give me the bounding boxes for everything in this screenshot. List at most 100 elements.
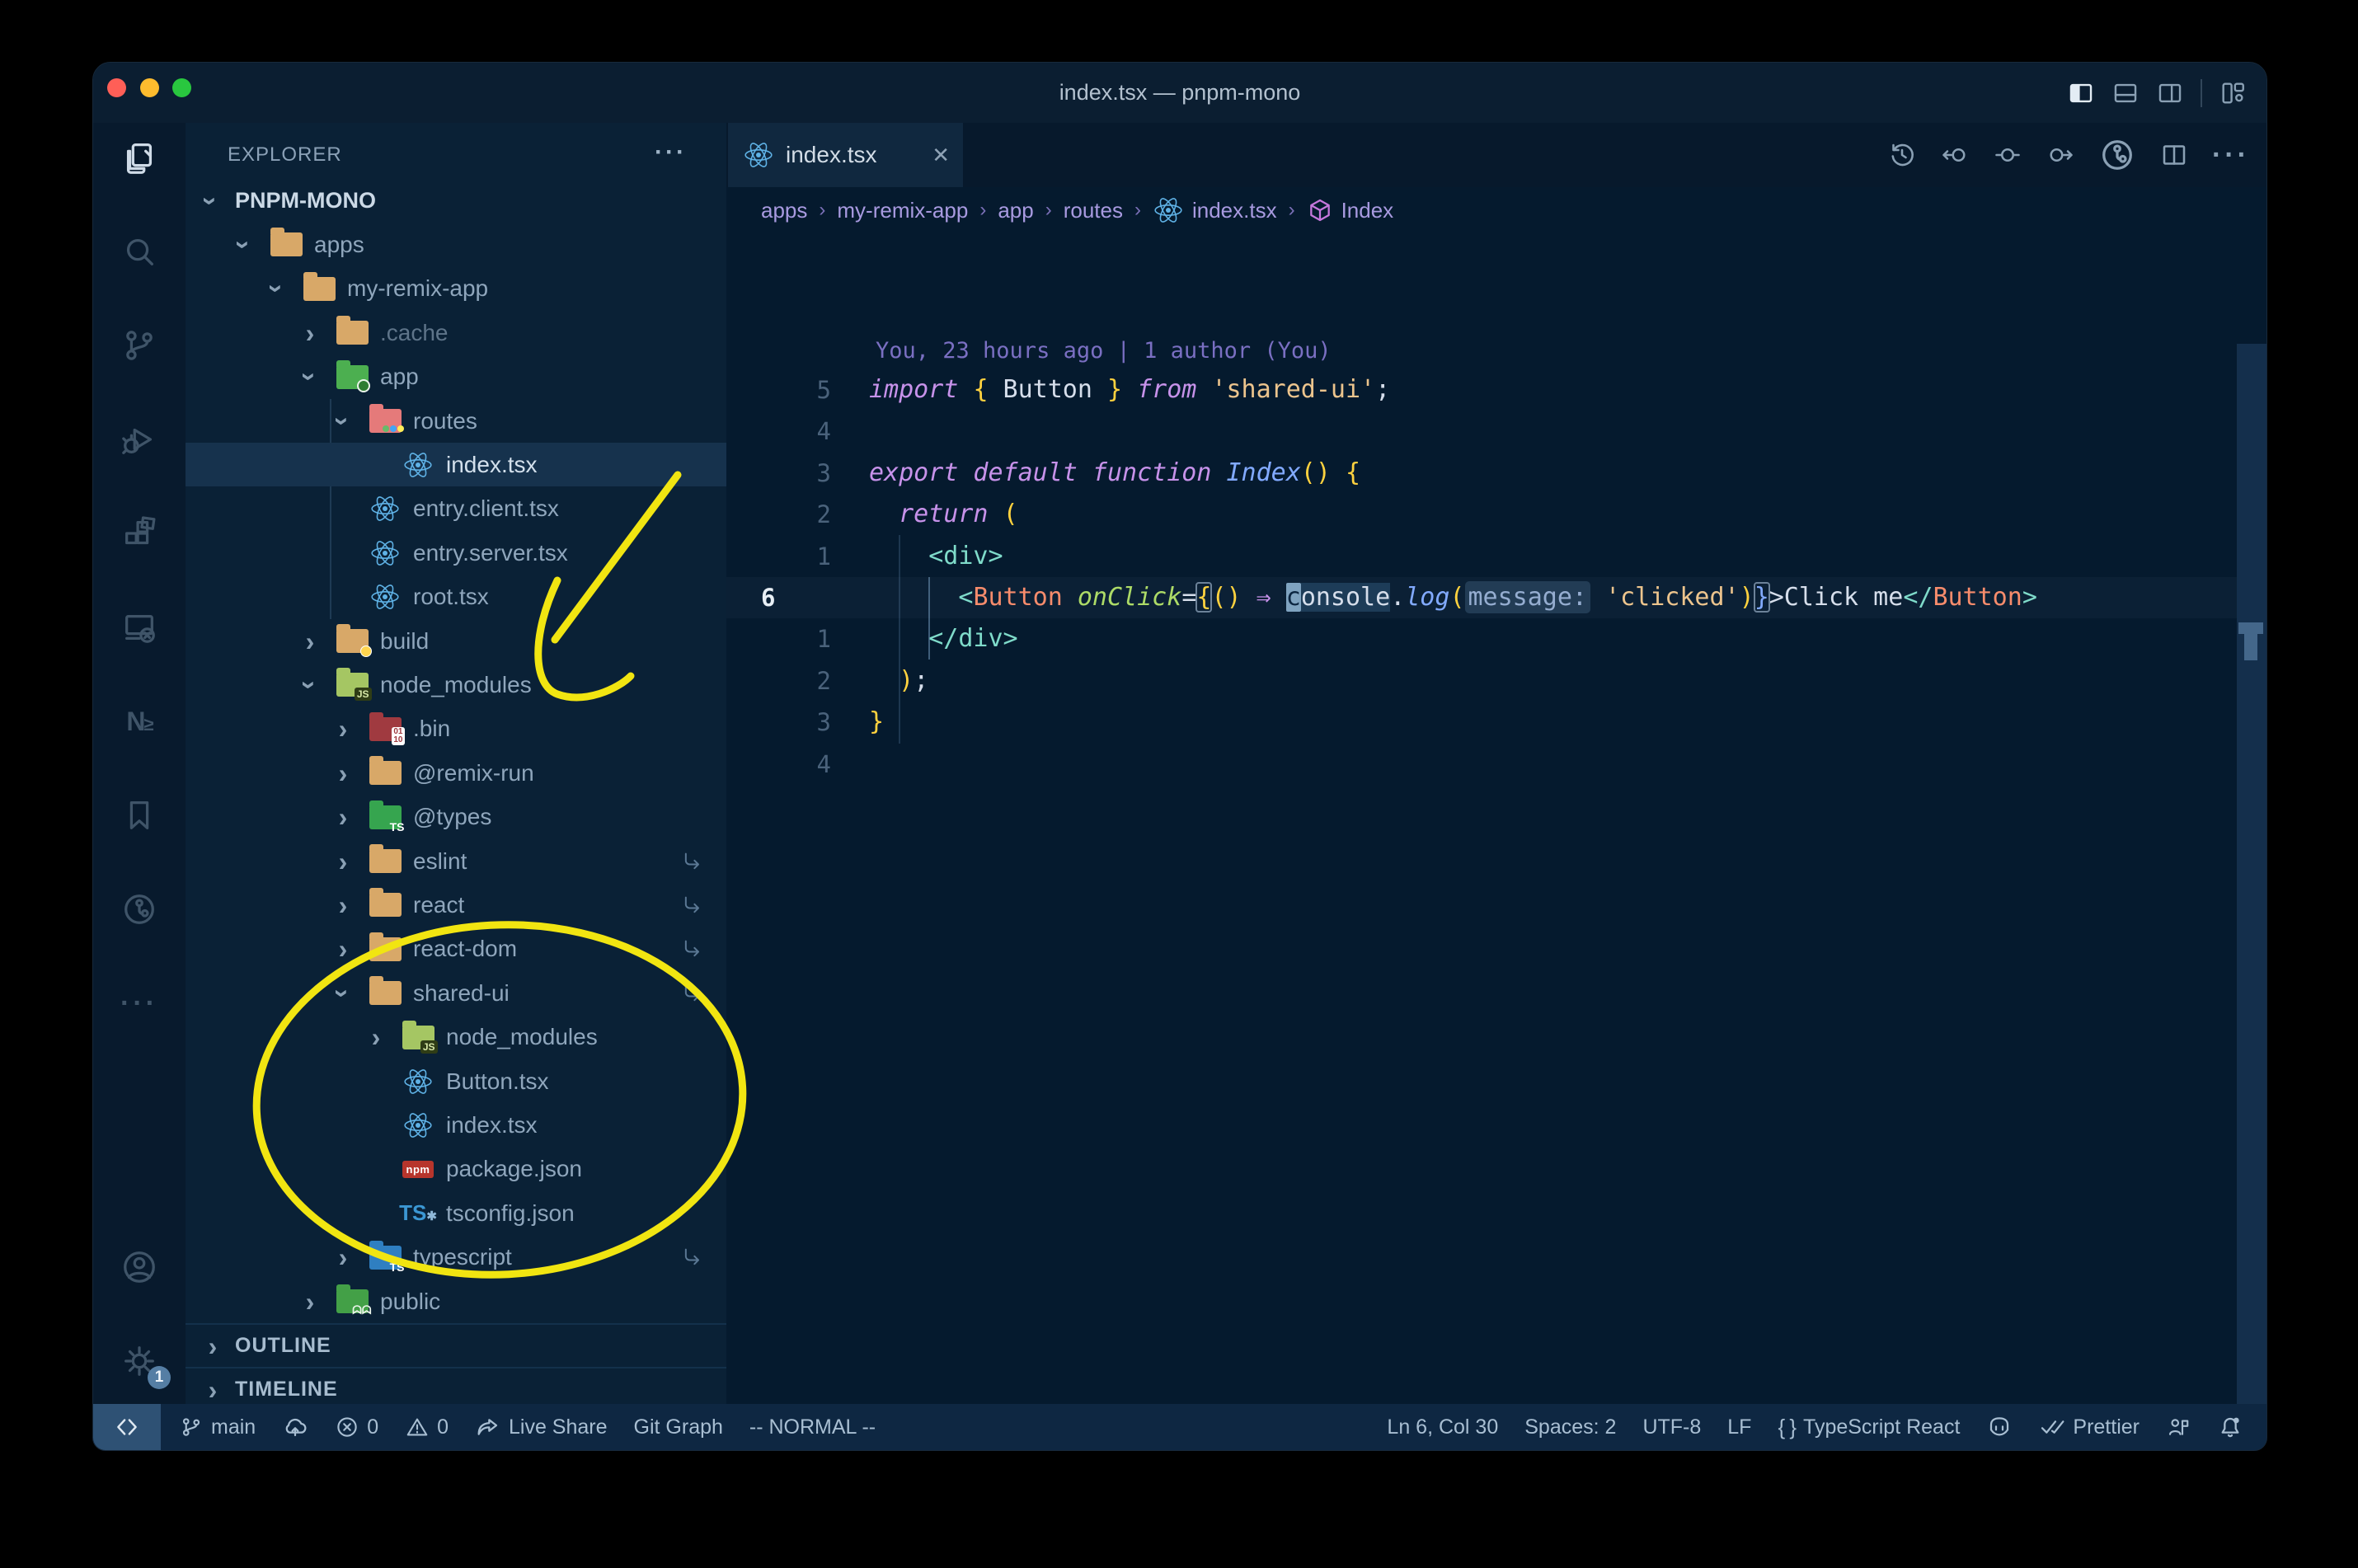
tree-item-index-tsx[interactable]: index.tsx <box>186 1103 726 1147</box>
tree-item-entry-client-tsx[interactable]: entry.client.tsx <box>186 487 726 531</box>
tree-item-tsconfig-json[interactable]: TS✱ tsconfig.json <box>186 1191 726 1235</box>
tree-item-pnpm-mono[interactable]: › PNPM-MONO <box>186 179 726 223</box>
open-changes-previous-icon[interactable] <box>1940 140 1970 170</box>
tree-item-node-modules[interactable]: › JS node_modules <box>186 1016 726 1059</box>
status-vim-mode[interactable]: -- NORMAL -- <box>749 1415 876 1439</box>
explorer-sidebar: EXPLORER ··· › PNPM-MONO › apps › my-remix-ap… <box>186 123 726 1406</box>
open-changes-icon[interactable] <box>1993 140 2022 170</box>
editor-group[interactable]: index.tsx ✕ ··· apps › my-remix-app › app › ro… <box>726 123 2266 1450</box>
double-check-icon <box>2039 1414 2065 1440</box>
activity-explorer-icon[interactable] <box>93 124 186 190</box>
tree-item-app[interactable]: › app <box>186 355 726 399</box>
close-tab-icon[interactable]: ✕ <box>932 143 950 168</box>
tree-item-react-dom[interactable]: › react-dom <box>186 927 726 971</box>
chevron-right-icon: › <box>305 626 315 656</box>
local-history-icon[interactable] <box>1887 140 1917 170</box>
status-eol[interactable]: LF <box>1727 1415 1751 1439</box>
gitlens-blame-annotation: You, 23 hours ago | 1 author (You) <box>876 338 1332 364</box>
status-live-share[interactable]: Live Share <box>475 1414 608 1440</box>
chevron-right-icon: › <box>338 758 348 788</box>
tree-item-entry-server-tsx[interactable]: entry.server.tsx <box>186 531 726 575</box>
tree-item-routes[interactable]: › routes <box>186 399 726 443</box>
tree-item-button-tsx[interactable]: Button.tsx <box>186 1059 726 1103</box>
activity-settings-icon[interactable]: 1 <box>93 1328 186 1394</box>
tree-item-typescript[interactable]: › TS typescript <box>186 1236 726 1279</box>
npm-icon: npm <box>400 1153 436 1185</box>
toggle-panel-icon[interactable] <box>2111 79 2140 107</box>
status-language-mode[interactable]: { } TypeScript React <box>1778 1415 1960 1440</box>
breadcrumb-index[interactable]: Index <box>1307 197 1393 223</box>
folder-tan-icon <box>268 228 304 261</box>
status-copilot[interactable] <box>1986 1414 2013 1440</box>
tree-item-react[interactable]: › react <box>186 883 726 927</box>
tree-item-node-modules[interactable]: › JS node_modules <box>186 663 726 707</box>
git-graph-icon[interactable] <box>2098 136 2136 174</box>
status-prettier[interactable]: Prettier <box>2039 1414 2140 1440</box>
tree-item-label: routes <box>413 407 477 434</box>
breadcrumb-routes[interactable]: routes <box>1064 198 1123 223</box>
activity-extensions-icon[interactable] <box>93 500 186 566</box>
status-sync[interactable] <box>282 1414 308 1440</box>
panel-outline[interactable]: › OUTLINE <box>186 1323 726 1367</box>
tree-item-public[interactable]: › ᗣᗣ public <box>186 1279 726 1323</box>
code-text: export default function Index() { <box>869 458 1361 487</box>
status-branch[interactable]: main <box>179 1415 256 1439</box>
tree-item-shared-ui[interactable]: › shared-ui <box>186 971 726 1015</box>
code-line: 5 import { Button } from 'shared-ui'; <box>726 369 2266 411</box>
tree-item-label: tsconfig.json <box>446 1199 575 1226</box>
tree-item-label: node_modules <box>380 671 532 697</box>
activity-git-graph-icon[interactable] <box>93 876 186 942</box>
tree-item-my-remix-app[interactable]: › my-remix-app <box>186 267 726 311</box>
tree-item-eslint[interactable]: › eslint <box>186 839 726 883</box>
tab-index-tsx[interactable]: index.tsx ✕ <box>728 123 963 187</box>
status-warnings[interactable]: 0 <box>405 1415 449 1439</box>
status-encoding[interactable]: UTF-8 <box>1642 1415 1701 1439</box>
remote-indicator[interactable] <box>93 1404 161 1450</box>
activity-source-control-icon[interactable] <box>93 312 186 378</box>
more-actions-icon[interactable]: ··· <box>655 123 687 187</box>
folder-node-icon: JS <box>334 668 372 702</box>
breadcrumb-app[interactable]: app <box>998 198 1033 223</box>
activity-accounts-icon[interactable] <box>93 1234 186 1300</box>
tree-item-index-tsx[interactable]: index.tsx <box>186 443 726 487</box>
chevron-right-icon: › <box>338 846 348 876</box>
status-indentation[interactable]: Spaces: 2 <box>1524 1415 1616 1439</box>
tree-item-build[interactable]: › build <box>186 619 726 663</box>
tree-item-label: index.tsx <box>446 1111 538 1138</box>
activity-nx-console-icon[interactable]: N≥ <box>93 688 186 754</box>
status-errors[interactable]: 0 <box>335 1415 378 1439</box>
activity-search-icon[interactable] <box>93 218 186 284</box>
tree-item--remix-run[interactable]: › @remix-run <box>186 751 726 795</box>
editor-vertical-scrollbar[interactable] <box>2237 344 2266 1450</box>
tree-item-root-tsx[interactable]: root.tsx <box>186 575 726 619</box>
split-editor-icon[interactable] <box>2159 140 2189 170</box>
status-git-graph[interactable]: Git Graph <box>634 1415 723 1439</box>
more-actions-icon[interactable]: ··· <box>2212 139 2250 171</box>
breadcrumb-separator: › <box>1134 199 1141 221</box>
activity-bookmarks-icon[interactable] <box>93 782 186 848</box>
tree-item--cache[interactable]: › .cache <box>186 311 726 354</box>
tree-item--types[interactable]: › TS @types <box>186 796 726 839</box>
tree-item-package-json[interactable]: npm package.json <box>186 1148 726 1191</box>
open-changes-next-icon[interactable] <box>2046 140 2075 170</box>
toggle-primary-sidebar-icon[interactable] <box>2067 79 2095 107</box>
status-notifications[interactable] <box>2217 1414 2243 1440</box>
status-cursor-position[interactable]: Ln 6, Col 30 <box>1387 1415 1498 1439</box>
panel-label: TIMELINE <box>235 1378 338 1401</box>
tree-item-apps[interactable]: › apps <box>186 223 726 266</box>
activity-run-debug-icon[interactable] <box>93 406 186 472</box>
breadcrumb-my-remix-app[interactable]: my-remix-app <box>837 198 968 223</box>
code-area[interactable]: You, 23 hours ago | 1 author (You) 5 impo… <box>726 233 2266 1450</box>
code-line: 3 export default function Index() { <box>726 453 2266 494</box>
breadcrumb-index.tsx[interactable]: index.tsx <box>1153 195 1277 225</box>
activity-more-views-icon[interactable]: ··· <box>93 970 186 1036</box>
breadcrumb-apps[interactable]: apps <box>761 198 807 223</box>
toggle-secondary-sidebar-icon[interactable] <box>2156 79 2184 107</box>
status-feedback[interactable] <box>2166 1415 2191 1439</box>
code-text: return ( <box>899 500 1018 529</box>
breadcrumb-separator: › <box>1045 199 1052 221</box>
activity-remote-explorer-icon[interactable] <box>93 594 186 660</box>
chevron-right-icon: › <box>338 1242 348 1273</box>
customize-layout-icon[interactable] <box>2219 79 2247 107</box>
tree-item--bin[interactable]: › 01 10 .bin <box>186 707 726 751</box>
